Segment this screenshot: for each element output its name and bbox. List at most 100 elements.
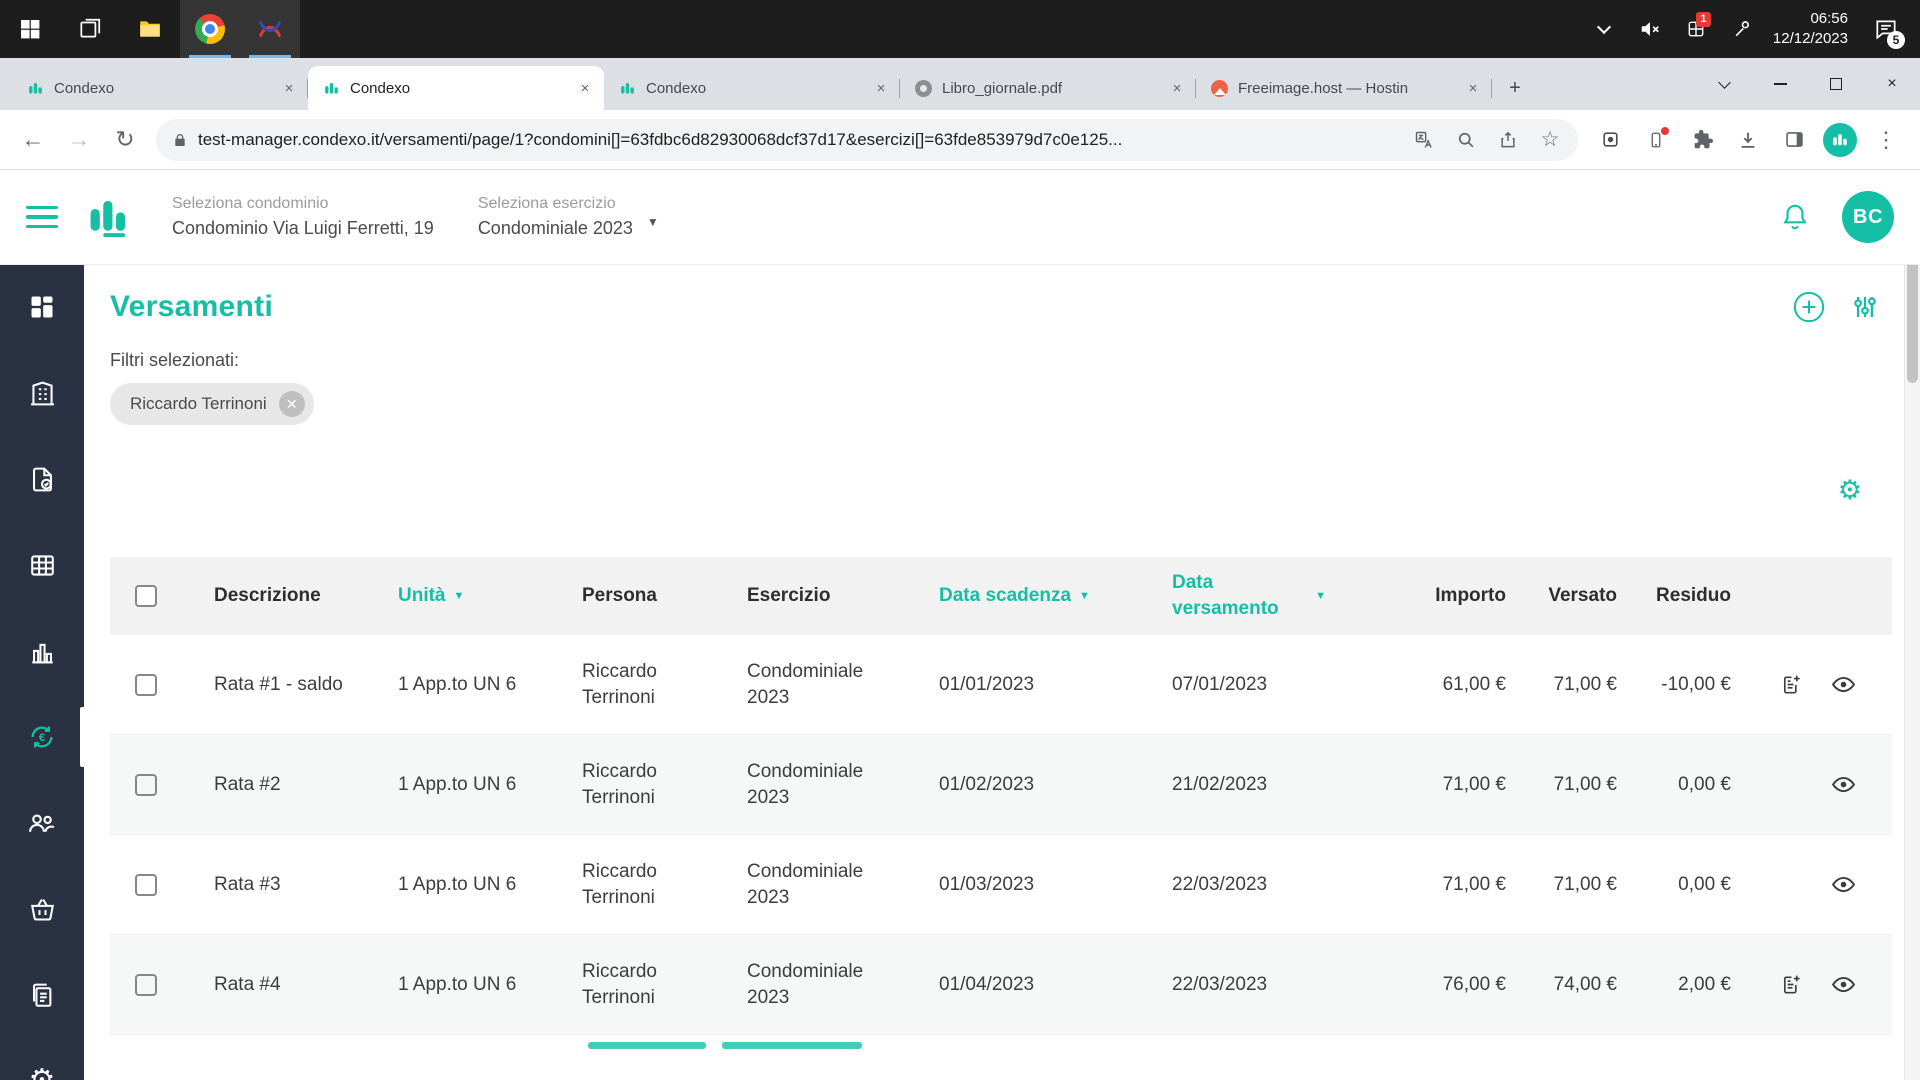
row-checkbox[interactable] [135,973,157,996]
sidebar-item-persone[interactable] [0,780,84,866]
sidebar-item-tabelle[interactable] [0,522,84,608]
file-explorer-button[interactable] [120,0,180,58]
cell-data-versamento: 21/02/2023 [1172,773,1268,795]
tab-search-button[interactable] [1696,58,1752,110]
esercizio-selector[interactable]: Seleziona esercizio Condominiale 2023 ▼ [478,195,659,239]
cell-esercizio: Condominiale 2023 [747,760,864,808]
action-center-button[interactable]: 5 [1862,0,1910,58]
extensions-puzzle-icon[interactable] [1680,118,1724,162]
row-checkbox[interactable] [135,673,157,696]
tab-close-icon[interactable]: × [278,77,300,99]
basket-icon [30,898,54,921]
tab-close-icon[interactable]: × [870,77,892,99]
sidebar-item-mercato[interactable] [0,866,84,952]
clock-time: 06:56 [1810,9,1848,27]
view-details-button[interactable] [1831,672,1856,697]
pinned-app-button[interactable] [240,0,300,58]
browser-menu-button[interactable]: ⋮ [1864,118,1908,162]
filter-chip[interactable]: Riccardo Terrinoni ✕ [110,383,314,425]
task-view-button[interactable] [60,0,120,58]
condexo-logo[interactable] [86,194,132,240]
header-importo: Importo [1435,585,1506,607]
reload-button[interactable]: ↻ [104,119,146,161]
sidebar-item-impostazioni[interactable]: ⚙ [0,1038,84,1080]
downloads-button[interactable] [1726,118,1770,162]
filter-chip-label: Riccardo Terrinoni [130,394,267,413]
window-minimize-button[interactable] [1752,58,1808,110]
table-settings-button[interactable]: ⚙ [1838,477,1862,507]
cell-data-scadenza: 01/04/2023 [939,973,1035,995]
forward-button[interactable]: → [58,119,100,161]
view-details-button[interactable] [1831,772,1856,797]
add-note-button[interactable] [1780,673,1803,696]
address-bar[interactable]: test-manager.condexo.it/versamenti/page/… [156,118,1578,161]
chevron-down-icon [1717,75,1731,89]
tab-condexo-2-active[interactable]: Condexo × [308,66,604,110]
tab-condexo-3[interactable]: Condexo × [604,66,900,110]
tab-close-icon[interactable]: × [1166,77,1188,99]
volume-button[interactable] [1629,0,1671,58]
app-header: Seleziona condominio Condominio Via Luig… [0,170,1920,264]
tray-expand-button[interactable] [1583,0,1625,58]
extension-badge [1661,126,1669,135]
condominio-selector[interactable]: Seleziona condominio Condominio Via Luig… [172,195,434,239]
select-all-checkbox[interactable] [135,585,157,607]
row-checkbox[interactable] [135,773,157,796]
row-checkbox[interactable] [135,873,157,896]
cell-esercizio: Condominiale 2023 [747,960,864,1008]
tab-freeimage[interactable]: Freeimage.host — Hostin × [1196,66,1492,110]
bookmark-star-icon[interactable]: ☆ [1534,124,1566,156]
window-maximize-button[interactable] [1808,58,1864,110]
condominio-label: Seleziona condominio [172,195,329,212]
chrome-taskbar-button[interactable] [180,0,240,58]
tray-app-button[interactable]: 1 [1675,0,1717,58]
window-close-button[interactable]: × [1864,58,1920,110]
sidebar-item-dashboard[interactable] [0,264,84,350]
sidebar-item-condominio[interactable] [0,350,84,436]
filters-button[interactable] [1850,292,1880,322]
tab-condexo-1[interactable]: Condexo × [12,66,308,110]
extension-icon-1[interactable] [1588,118,1632,162]
hamburger-menu-button[interactable] [26,205,58,229]
cell-descrizione: Rata #1 - saldo [214,673,343,695]
cell-unita: 1 App.to UN 6 [398,973,517,995]
share-icon[interactable] [1492,124,1524,156]
chevron-down-icon [1596,19,1611,35]
taskbar-clock[interactable]: 06:56 12/12/2023 [1773,9,1848,50]
translate-icon[interactable] [1408,124,1440,156]
sidebar-item-versamenti[interactable]: € [0,694,84,780]
header-data-versamento[interactable]: Data versamento ▼ [1140,570,1350,621]
esercizio-value: Condominiale 2023 [477,218,633,238]
back-button[interactable]: ← [12,119,54,161]
sidebar-item-archivio[interactable] [0,952,84,1038]
page-scrollbar[interactable] [1904,170,1920,1080]
tab-close-icon[interactable]: × [574,77,596,99]
tab-label: Condexo [646,79,707,97]
tab-label: Condexo [54,79,115,97]
new-tab-button[interactable]: + [1500,73,1530,103]
add-versamento-button[interactable] [1792,290,1826,324]
header-unita[interactable]: Unità ▼ [366,583,550,609]
tab-pdf[interactable]: Libro_giornale.pdf × [900,66,1196,110]
zoom-icon[interactable] [1450,124,1482,156]
tray-tool-button[interactable] [1721,0,1763,58]
user-avatar[interactable]: BC [1842,191,1894,243]
browser-profile-button[interactable] [1818,118,1862,162]
view-details-button[interactable] [1831,872,1856,897]
side-panel-button[interactable] [1772,118,1816,162]
notifications-bell-button[interactable] [1780,202,1810,232]
add-note-button[interactable] [1780,973,1803,996]
minimize-icon [1773,83,1787,85]
header-data-scadenza[interactable]: Data scadenza ▼ [907,583,1140,609]
cell-residuo: 0,00 € [1678,773,1731,795]
cell-versato: 71,00 € [1553,773,1617,795]
bank-chart-icon [31,643,53,663]
sidebar-item-documenti[interactable] [0,436,84,522]
view-details-button[interactable] [1831,972,1856,997]
tab-close-icon[interactable]: × [1462,77,1484,99]
start-button[interactable] [0,0,60,58]
sidebar-item-banca[interactable] [0,608,84,694]
extension-icon-2[interactable] [1634,118,1678,162]
chip-close-icon[interactable]: ✕ [278,391,305,417]
sort-caret-icon: ▼ [453,589,465,602]
